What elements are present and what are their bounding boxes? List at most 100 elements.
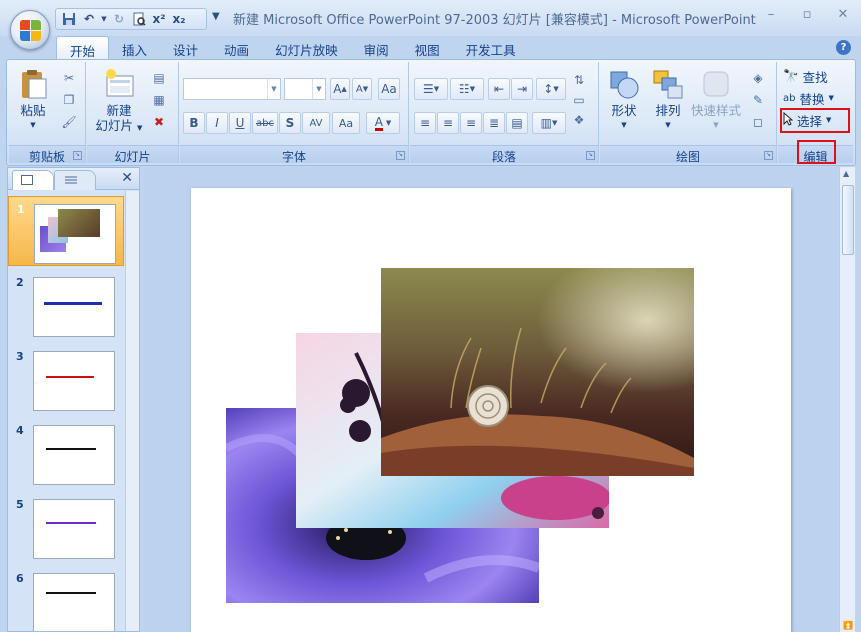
cut-icon[interactable]: ✂ (61, 70, 77, 86)
shapes-button[interactable]: 形状 ▼ (604, 68, 644, 133)
superscript-icon[interactable]: x² (150, 10, 168, 28)
minimize-icon[interactable]: – (753, 2, 789, 26)
shape-fill-icon[interactable]: ◈ (750, 70, 766, 86)
tab-review[interactable]: 审阅 (351, 36, 402, 60)
office-button[interactable] (10, 10, 50, 50)
font-name-combo[interactable]: ▼ (183, 78, 281, 100)
decrease-indent-icon[interactable]: ⇤ (488, 78, 510, 100)
editor-scrollbar[interactable]: ▲ ⏫ (839, 167, 855, 632)
tab-insert[interactable]: 插入 (109, 36, 160, 60)
change-case-button[interactable]: Aa (332, 112, 360, 134)
undo-dropdown-icon[interactable]: ▼ (100, 10, 108, 28)
slides-panel-scrollbar[interactable] (125, 191, 139, 631)
select-highlight-box (780, 108, 850, 133)
paste-dropdown-icon[interactable]: ▼ (15, 118, 51, 133)
clear-formatting-icon[interactable]: Aa (378, 78, 400, 100)
smartart-icon[interactable]: ❖ (571, 112, 587, 128)
customize-qat-icon[interactable]: ▼ (212, 11, 220, 22)
tab-developer[interactable]: 开发工具 (453, 36, 529, 60)
italic-button[interactable]: I (206, 112, 228, 134)
print-preview-icon[interactable] (130, 10, 148, 28)
align-center-icon[interactable]: ≡ (437, 112, 459, 134)
align-left-icon[interactable]: ≡ (414, 112, 436, 134)
help-icon[interactable]: ? (836, 40, 851, 55)
save-icon[interactable] (60, 10, 78, 28)
drawing-launcher-icon[interactable]: ↘ (764, 151, 773, 160)
justify-icon[interactable]: ≣ (483, 112, 505, 134)
office-logo-icon (20, 20, 42, 42)
align-right-icon[interactable]: ≡ (460, 112, 482, 134)
editing-highlight-box (797, 140, 836, 164)
underline-button[interactable]: U (229, 112, 251, 134)
replace-button[interactable]: ab 替换 ▼ (783, 88, 834, 108)
shapes-icon (608, 68, 640, 100)
columns-icon[interactable]: ▥ ▼ (532, 112, 566, 134)
slide-canvas[interactable] (191, 188, 791, 632)
new-slide-label-1: 新建 (106, 103, 132, 118)
font-size-combo[interactable]: ▼ (284, 78, 326, 100)
slide-thumbnail-3[interactable]: 3 (8, 344, 124, 414)
increase-indent-icon[interactable]: ⇥ (511, 78, 533, 100)
grow-font-icon[interactable]: A ▲ (330, 78, 350, 100)
snail-image[interactable] (381, 268, 694, 476)
tab-design[interactable]: 设计 (160, 36, 211, 60)
tab-animation[interactable]: 动画 (211, 36, 262, 60)
restore-icon[interactable]: ▫ (789, 2, 825, 26)
scroll-prev-slide-icon[interactable]: ⏫ (843, 621, 853, 630)
bold-button[interactable]: B (183, 112, 205, 134)
drawing-group-label: 绘图 (600, 145, 776, 164)
delete-slide-icon[interactable]: ✖ (151, 114, 167, 130)
tab-slideshow[interactable]: 幻灯片放映 (262, 36, 351, 60)
close-icon[interactable]: ✕ (825, 2, 861, 26)
arrange-button[interactable]: 排列 ▼ (648, 68, 688, 133)
layout-icon[interactable]: ▤ (151, 70, 167, 86)
shrink-font-icon[interactable]: A ▼ (352, 78, 372, 100)
shape-outline-icon[interactable]: ✎ (750, 92, 766, 108)
outline-tab[interactable] (54, 170, 96, 190)
slide-thumbnail-4[interactable]: 4 (8, 418, 124, 488)
char-spacing-button[interactable]: AV (302, 112, 330, 134)
font-group-label: 字体 (180, 145, 408, 164)
paragraph-launcher-icon[interactable]: ↘ (586, 151, 595, 160)
font-launcher-icon[interactable]: ↘ (396, 151, 405, 160)
title-bar: ↶ ▼ ↻ x² x₂ ▼ 新建 Microsoft Office PowerP… (0, 0, 861, 36)
slide-thumbnail-1[interactable]: 1 (8, 196, 124, 266)
tab-view[interactable]: 视图 (402, 36, 453, 60)
numbering-icon[interactable]: ☷ ▼ (450, 78, 484, 100)
text-direction-icon[interactable]: ⇅ (571, 72, 587, 88)
copy-icon[interactable]: ❐ (61, 92, 77, 108)
slide-thumbnail-6[interactable]: 6 (8, 566, 124, 631)
new-slide-button[interactable]: 新建 幻灯片 ▼ (89, 68, 149, 136)
bullets-icon[interactable]: ☰ ▼ (414, 78, 448, 100)
binoculars-icon: 🔭 (783, 68, 799, 83)
distributed-icon[interactable]: ▤ (506, 112, 528, 134)
scroll-thumb[interactable] (842, 185, 854, 255)
arrange-icon (652, 68, 684, 100)
line-spacing-icon[interactable]: ↕ ▼ (536, 78, 566, 100)
subscript-icon[interactable]: x₂ (170, 10, 188, 28)
clipboard-launcher-icon[interactable]: ↘ (73, 151, 82, 160)
align-text-icon[interactable]: ▭ (571, 92, 587, 108)
slide-5-preview (33, 499, 115, 559)
font-color-button[interactable]: A ▼ (366, 112, 400, 134)
reset-slide-icon[interactable]: ▦ (151, 92, 167, 108)
tab-home[interactable]: 开始 (56, 36, 110, 60)
paste-button[interactable]: 粘贴 ▼ (15, 68, 51, 133)
paste-icon (17, 68, 49, 100)
close-panel-icon[interactable]: ✕ (121, 170, 133, 186)
strikethrough-button[interactable]: abc (252, 112, 278, 134)
slide-thumbnail-5[interactable]: 5 (8, 492, 124, 562)
paragraph-group-label: 段落 (410, 145, 598, 164)
shadow-button[interactable]: S (279, 112, 301, 134)
undo-icon[interactable]: ↶ (80, 10, 98, 28)
slide-4-preview (33, 425, 115, 485)
scroll-up-icon[interactable]: ▲ (843, 169, 849, 178)
find-button[interactable]: 🔭 查找 (783, 66, 828, 86)
new-slide-icon (103, 68, 135, 100)
shape-effects-icon[interactable]: ◻ (750, 114, 766, 130)
format-painter-icon[interactable]: 🖌 (61, 114, 77, 130)
slide-thumbnail-2[interactable]: 2 (8, 270, 124, 340)
slides-tab[interactable] (12, 170, 54, 190)
quick-styles-button[interactable]: 快速样式 ▼ (690, 68, 742, 133)
redo-icon[interactable]: ↻ (110, 10, 128, 28)
